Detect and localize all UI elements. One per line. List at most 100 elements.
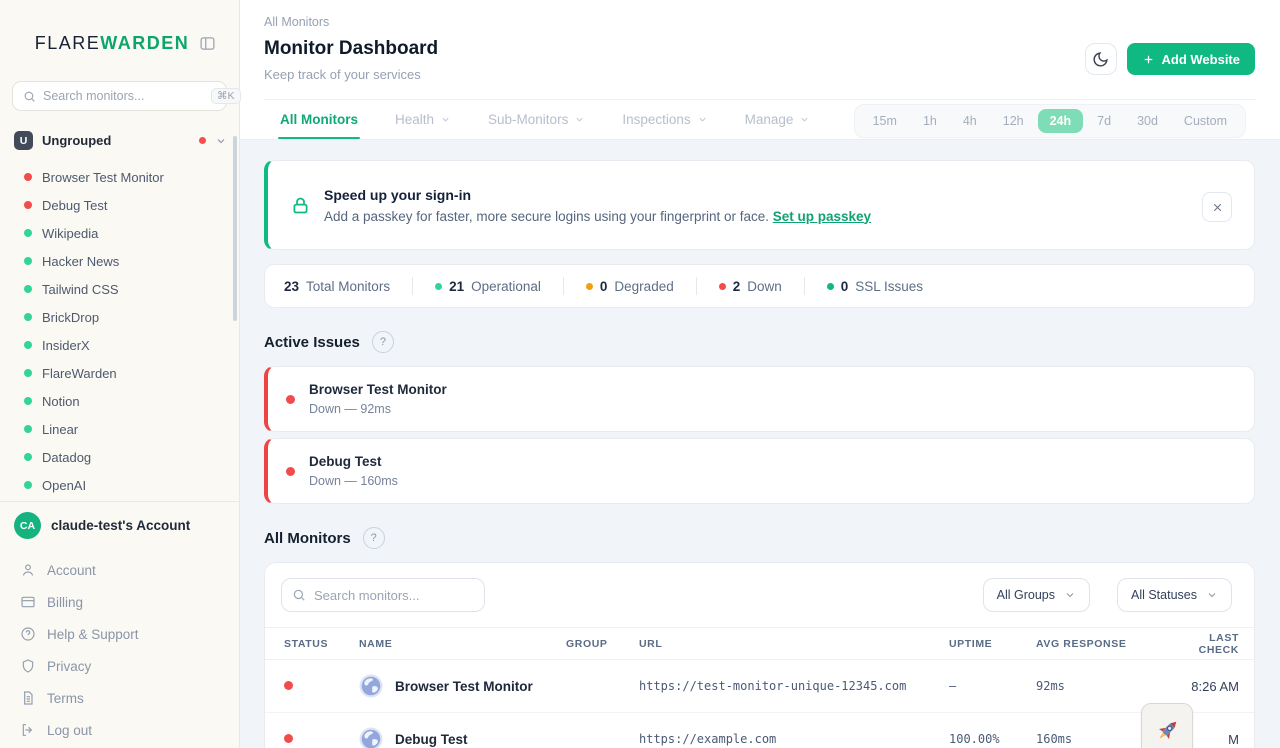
- time-range-group: 15m 1h 4h 12h 24h 7d 30d Custom: [853, 104, 1246, 138]
- sidebar: FLAREWARDEN ⌘K U Ungrouped Browse: [0, 0, 241, 748]
- groups-filter-dropdown[interactable]: All Groups: [982, 578, 1090, 612]
- active-issues-list: Browser Test Monitor Down — 92ms Debug T…: [264, 366, 1255, 504]
- sidebar-group-ungrouped[interactable]: U Ungrouped: [14, 131, 227, 150]
- user-icon: [20, 562, 36, 578]
- sidebar-scrollbar[interactable]: [233, 136, 237, 321]
- time-range-30d[interactable]: 30d: [1125, 109, 1170, 133]
- sidebar-search-input[interactable]: [43, 89, 204, 103]
- all-monitors-title: All Monitors: [264, 529, 351, 547]
- search-icon: [23, 90, 36, 103]
- stat-dot: [718, 282, 726, 290]
- column-header-avg-response: Avg Response: [1036, 637, 1127, 650]
- sidebar-monitor-item[interactable]: OpenAI: [0, 471, 239, 496]
- issue-card[interactable]: Browser Test Monitor Down — 92ms: [264, 366, 1255, 432]
- app-window: FLAREWARDEN ⌘K U Ungrouped Browse: [0, 0, 1280, 748]
- help-icon[interactable]: ?: [371, 331, 394, 353]
- time-range-4h[interactable]: 4h: [951, 109, 989, 133]
- group-avatar: U: [14, 131, 33, 150]
- search-icon: [292, 588, 306, 602]
- statuses-filter-dropdown[interactable]: All Statuses: [1116, 578, 1232, 612]
- chevron-down-icon: [1206, 589, 1218, 601]
- sidebar-monitor-item[interactable]: Datadog: [0, 443, 239, 471]
- sidebar-monitor-item[interactable]: Browser Test Monitor: [0, 163, 239, 191]
- monitor-status-dot: [24, 257, 32, 265]
- stat-item: 2 Down: [718, 279, 782, 294]
- sidebar-monitor-item[interactable]: Hacker News: [0, 247, 239, 275]
- column-header-uptime: Uptime: [949, 637, 993, 650]
- sidebar-monitor-item[interactable]: Tailwind CSS: [0, 275, 239, 303]
- monitor-status-dot: [24, 425, 32, 433]
- sidebar-collapse-icon[interactable]: [199, 35, 216, 52]
- time-range-1h[interactable]: 1h: [911, 109, 949, 133]
- sidebar-monitor-item[interactable]: Linear: [0, 415, 239, 443]
- stat-divider: [695, 277, 697, 295]
- monitor-status-dot: [24, 341, 32, 349]
- tab-sub-monitors[interactable]: Sub-Monitors: [488, 100, 585, 139]
- column-header-status: Status: [284, 637, 329, 650]
- sidebar-search[interactable]: ⌘K: [12, 81, 241, 111]
- banner-close-button[interactable]: [1202, 192, 1232, 222]
- monitor-status-dot: [24, 173, 32, 181]
- sidebar-monitor-list: Browser Test Monitor Debug Test Wikipedi…: [0, 163, 239, 496]
- row-status-dot: [284, 681, 293, 690]
- tab-bar: All Monitors Health Sub-Monitors Inspect…: [278, 100, 811, 139]
- sidebar-monitor-item[interactable]: BrickDrop: [0, 303, 239, 331]
- app-logo: FLAREWARDEN: [34, 33, 190, 53]
- sidebar-monitor-item[interactable]: Wikipedia: [0, 219, 239, 247]
- tab-inspections[interactable]: Inspections: [622, 100, 707, 139]
- issue-card[interactable]: Debug Test Down — 160ms: [264, 438, 1255, 504]
- account-menu: Account Billing Help & Support Privacy T…: [14, 554, 227, 746]
- close-icon: [1211, 201, 1224, 214]
- account-menu-privacy[interactable]: Privacy: [14, 650, 227, 682]
- chevron-down-icon: [697, 114, 708, 125]
- theme-toggle-button[interactable]: [1084, 43, 1117, 75]
- time-range-12h[interactable]: 12h: [991, 109, 1036, 133]
- stat-item: 0 SSL Issues: [826, 279, 923, 294]
- monitor-status-dot: [24, 229, 32, 237]
- monitor-status-dot: [24, 313, 32, 321]
- monitor-status-dot: [24, 369, 32, 377]
- monitor-status-dot: [24, 397, 32, 405]
- column-header-last-check: Last Check: [1198, 631, 1239, 656]
- avatar: CA: [14, 512, 41, 539]
- table-row[interactable]: Browser Test Monitor https://test-monito…: [265, 660, 1254, 713]
- setup-passkey-link[interactable]: Set up passkey: [773, 209, 871, 224]
- account-menu-billing[interactable]: Billing: [14, 586, 227, 618]
- main-content: All Monitors Monitor Dashboard Keep trac…: [240, 0, 1280, 748]
- time-range-7d[interactable]: 7d: [1085, 109, 1123, 133]
- sidebar-monitor-item[interactable]: InsiderX: [0, 331, 239, 359]
- help-circle-icon: [20, 626, 36, 642]
- globe-favicon-icon: [359, 674, 383, 698]
- group-status-dot: [199, 137, 206, 144]
- sidebar-monitor-item[interactable]: Debug Test: [0, 191, 239, 219]
- chevron-down-icon: [440, 114, 451, 125]
- keyboard-shortcut-badge: ⌘K: [211, 87, 241, 105]
- table-search[interactable]: [281, 578, 490, 612]
- account-menu-terms[interactable]: Terms: [14, 682, 227, 714]
- stat-dot: [435, 282, 443, 290]
- account-menu-account[interactable]: Account: [14, 554, 227, 586]
- credit-card-icon: [20, 594, 36, 610]
- time-range-24h[interactable]: 24h: [1037, 109, 1084, 133]
- tab-manage[interactable]: Manage: [745, 100, 811, 139]
- account-switcher[interactable]: CA claude-test's Account: [14, 510, 227, 545]
- help-icon[interactable]: ?: [362, 527, 385, 549]
- account-menu-help-support[interactable]: Help & Support: [14, 618, 227, 650]
- tab-all-monitors[interactable]: All Monitors: [278, 100, 360, 139]
- lock-icon: [290, 195, 311, 216]
- stat-divider: [562, 277, 564, 295]
- sidebar-monitor-item[interactable]: Notion: [0, 387, 239, 415]
- sidebar-monitor-item[interactable]: FlareWarden: [0, 359, 239, 387]
- monitor-status-dot: [24, 453, 32, 461]
- table-search-input[interactable]: [314, 587, 490, 603]
- globe-favicon-icon: [359, 727, 383, 748]
- table-row[interactable]: Debug Test https://example.com 100.00% 1…: [265, 713, 1254, 748]
- account-section: CA claude-test's Account Account Billing…: [0, 502, 239, 746]
- add-website-button[interactable]: Add Website: [1126, 43, 1255, 75]
- tab-health[interactable]: Health: [395, 100, 451, 139]
- tabs-row: All Monitors Health Sub-Monitors Inspect…: [264, 99, 1256, 139]
- time-range-15m[interactable]: 15m: [861, 109, 909, 133]
- time-range-custom[interactable]: Custom: [1172, 109, 1239, 133]
- account-menu-log-out[interactable]: Log out: [14, 714, 227, 746]
- active-issues-title: Active Issues: [264, 333, 360, 351]
